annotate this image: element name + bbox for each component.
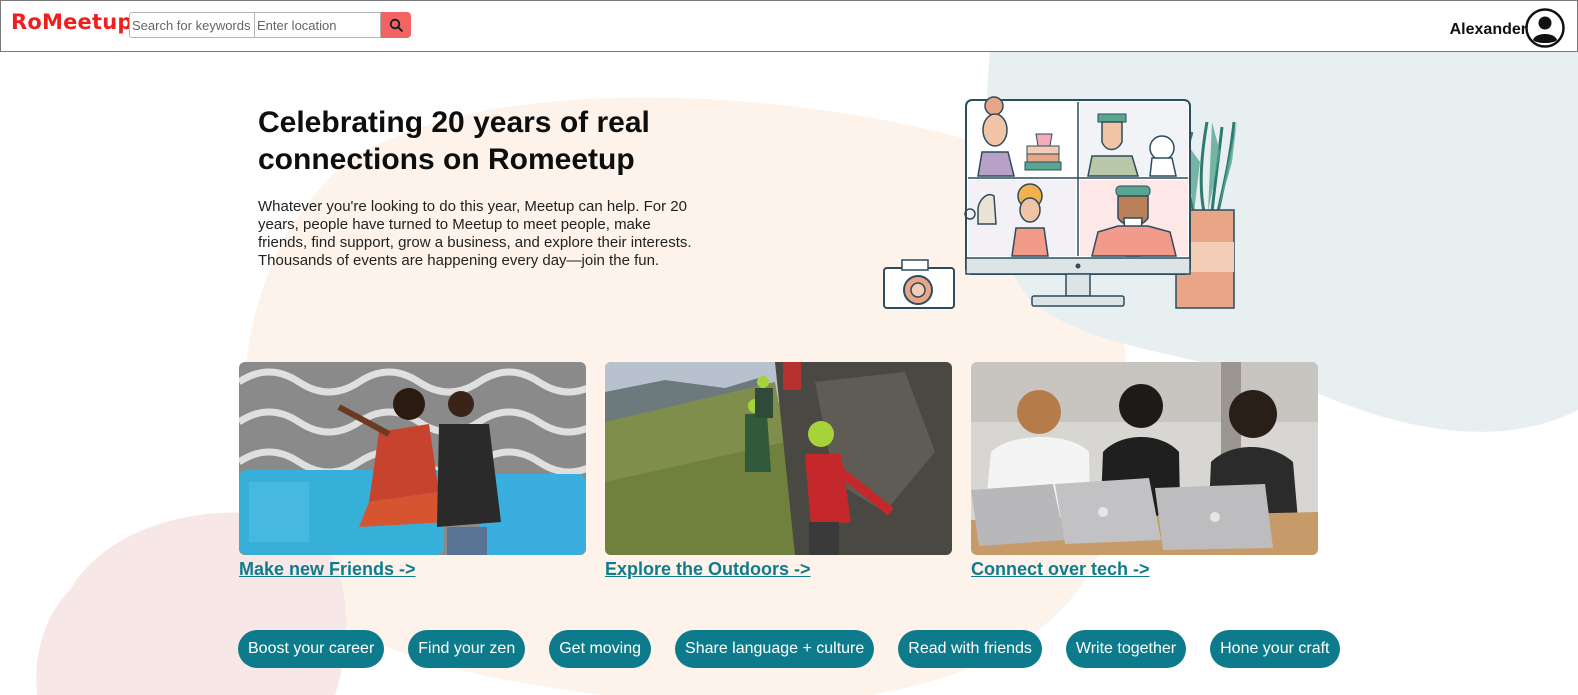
site-logo[interactable]: RoMeetup (11, 10, 133, 34)
search-bar (129, 12, 411, 38)
topic-pills: Boost your career Find your zen Get movi… (238, 630, 1364, 668)
location-input[interactable] (255, 12, 381, 38)
hero-description: Whatever you're looking to do this year,… (258, 198, 692, 269)
keyword-search-input[interactable] (129, 12, 255, 38)
card-tech: Connect over tech -> (971, 362, 1318, 580)
topic-get-moving[interactable]: Get moving (549, 630, 652, 668)
topic-boost-career[interactable]: Boost your career (238, 630, 385, 668)
friends-photo[interactable] (239, 362, 586, 555)
page: RoMeetup Alexander Celebrating 20 years … (0, 0, 1578, 695)
search-button[interactable] (381, 12, 411, 38)
laptops-photo[interactable] (971, 362, 1318, 555)
topic-hone-craft[interactable]: Hone your craft (1210, 630, 1340, 668)
hero-title: Celebrating 20 years of real connections… (258, 106, 650, 176)
card-make-friends: Make new Friends -> (239, 362, 586, 580)
topic-write-together[interactable]: Write together (1065, 630, 1187, 668)
user-name[interactable]: Alexander (1450, 21, 1527, 39)
climbing-photo[interactable] (605, 362, 952, 555)
topic-share-language[interactable]: Share language + culture (675, 630, 875, 668)
video-call-illustration (883, 96, 1237, 309)
explore-outdoors-link[interactable]: Explore the Outdoors -> (605, 559, 952, 580)
topic-find-zen[interactable]: Find your zen (408, 630, 526, 668)
connect-tech-link[interactable]: Connect over tech -> (971, 559, 1318, 580)
search-icon (389, 18, 403, 32)
user-avatar-icon[interactable] (1525, 8, 1565, 48)
card-outdoors: Explore the Outdoors -> (605, 362, 952, 580)
make-friends-link[interactable]: Make new Friends -> (239, 559, 586, 580)
topic-read-friends[interactable]: Read with friends (898, 630, 1042, 668)
top-navbar: RoMeetup Alexander (0, 0, 1578, 52)
